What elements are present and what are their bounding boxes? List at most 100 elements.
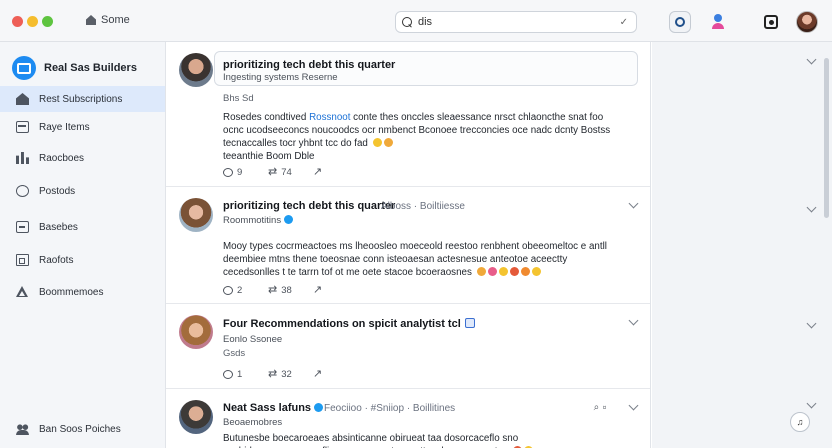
reply-count: 9 <box>237 167 243 178</box>
sidebar-item-label: Raofots <box>39 254 74 266</box>
post-author-name: Roommotitins <box>223 215 282 226</box>
feed: prioritizing tech debt this quarter Inge… <box>166 42 651 448</box>
author-avatar[interactable] <box>179 315 213 349</box>
verified-icon <box>284 215 294 224</box>
sidebar-footer-item[interactable]: Ban Soos Poiches <box>0 416 165 442</box>
sidebar-item-basebes[interactable]: Basebes <box>0 214 165 240</box>
post-title[interactable]: Four Recommendations on spicit analytist… <box>223 318 475 330</box>
share-button[interactable]: ↗ <box>313 369 358 380</box>
repost-button[interactable]: ⇄ 32 <box>268 369 313 381</box>
search-icon <box>402 16 413 28</box>
bookmark-icon: ⌑ <box>601 402 607 413</box>
bell-icon: ♫ <box>796 417 804 427</box>
brand-logo-icon <box>12 56 36 80</box>
scrollbar[interactable] <box>824 58 829 218</box>
share-button[interactable]: ↗ <box>313 285 358 296</box>
post-body-text: Butunesbe boecaroeaes absinticanne obiru… <box>223 433 519 448</box>
chevron-down-icon[interactable] <box>806 54 817 65</box>
share-icon: ↗ <box>313 368 323 380</box>
post-subtitle: Beoaemobres <box>223 417 283 428</box>
chevron-down-icon[interactable] <box>806 318 817 329</box>
reply-button[interactable]: 9 <box>223 167 268 178</box>
repost-count: 74 <box>281 167 292 178</box>
emoji-icon <box>487 267 497 276</box>
notification-bell-button[interactable]: ♫ <box>790 412 810 432</box>
post-title[interactable]: prioritizing tech debt this quarter <box>223 200 395 212</box>
sidebar-item-label: Postods <box>39 185 76 197</box>
sidebar-footer-label: Ban Soos Poiches <box>39 423 121 435</box>
post-card[interactable]: Neat Sass lafuns Feociioo · #Sniiop · Bo… <box>166 390 650 448</box>
image-icon <box>464 318 475 328</box>
reply-button[interactable]: 1 <box>223 369 268 380</box>
reply-count: 1 <box>237 369 243 380</box>
brand[interactable]: Real Sas Builders <box>12 56 137 80</box>
home-tab-label: Some <box>101 14 130 26</box>
share-button[interactable]: ↗ <box>313 167 358 178</box>
emoji-icon <box>383 138 393 147</box>
sidebar: Real Sas Builders Rest Subscriptions Ray… <box>0 42 166 448</box>
sidebar-item-raofots[interactable]: Raofots <box>0 247 165 273</box>
reply-icon <box>223 286 233 295</box>
search-button[interactable] <box>669 11 691 33</box>
minimize-window-button[interactable] <box>27 16 38 27</box>
brand-name: Real Sas Builders <box>44 62 137 74</box>
post-time: Gsds <box>223 348 246 359</box>
home-tab[interactable]: Some <box>86 14 130 26</box>
home-icon <box>16 93 29 105</box>
reply-count: 2 <box>237 285 243 296</box>
sidebar-item-raye-items[interactable]: Raye Items <box>0 114 165 140</box>
post-card[interactable]: prioritizing tech debt this quarter Inge… <box>166 42 650 187</box>
author-avatar[interactable] <box>179 53 213 87</box>
post-title[interactable]: Neat Sass lafuns <box>223 402 324 414</box>
notifications-button[interactable] <box>760 11 782 33</box>
post-body-text: Mooy types cocrmeactoes ms lheoosleo moe… <box>223 241 607 278</box>
chevron-down-icon[interactable] <box>806 202 817 213</box>
emoji-icon <box>372 138 382 147</box>
post-time: Bhs Sd <box>223 93 254 104</box>
sidebar-item-subscriptions[interactable]: Rest Subscriptions <box>0 86 165 112</box>
user-avatar[interactable] <box>796 11 818 33</box>
sidebar-item-label: Boommemoes <box>39 286 104 298</box>
title-bar: Some dis ✓ <box>0 0 832 42</box>
repost-icon: ⇄ <box>268 284 278 296</box>
post-body: Rosedes condtived Rossnoot conte thes on… <box>223 111 623 163</box>
emoji-icon <box>531 267 541 276</box>
repost-button[interactable]: ⇄ 38 <box>268 284 313 297</box>
author-avatar[interactable] <box>179 198 213 232</box>
home-icon <box>86 15 96 25</box>
post-title[interactable]: prioritizing tech debt this quarter <box>223 59 395 71</box>
post-body: Butunesbe boecaroeaes absinticanne obiru… <box>223 432 623 448</box>
chevron-down-icon[interactable] <box>628 400 639 411</box>
circle-icon <box>16 185 29 197</box>
post-actions: 9 ⇄ 74 ↗ <box>223 167 358 178</box>
search-input[interactable]: dis ✓ <box>395 11 637 33</box>
post-actions: 2 ⇄ 38 ↗ <box>223 285 358 296</box>
maximize-window-button[interactable] <box>42 16 53 27</box>
chevron-down-icon[interactable] <box>628 315 639 326</box>
post-meta: Feociioo · #Sniiop · Boillitines <box>324 403 456 414</box>
document-icon <box>16 254 29 266</box>
chevron-down-icon[interactable] <box>806 398 817 409</box>
sidebar-item-raocboes[interactable]: Raocboes <box>0 145 165 171</box>
profile-button[interactable] <box>707 11 729 33</box>
chevron-down-icon[interactable] <box>628 198 639 209</box>
sidebar-item-boommemoes[interactable]: Boommemoes <box>0 279 165 305</box>
close-window-button[interactable] <box>12 16 23 27</box>
chart-icon <box>16 152 29 164</box>
sidebar-item-label: Rest Subscriptions <box>39 93 123 105</box>
reply-icon <box>223 370 233 379</box>
reply-button[interactable]: 2 <box>223 285 268 296</box>
post-link[interactable]: Rossnoot <box>309 112 350 123</box>
reply-icon <box>223 168 233 177</box>
author-avatar[interactable] <box>179 400 213 434</box>
post-card[interactable]: prioritizing tech debt this quarter Albo… <box>166 188 650 304</box>
post-card[interactable]: Four Recommendations on spicit analytist… <box>166 305 650 389</box>
clear-search-icon[interactable]: ✓ <box>620 17 628 28</box>
repost-button[interactable]: ⇄ 74 <box>268 167 313 179</box>
emoji-icon <box>498 267 508 276</box>
app-window: Some dis ✓ Real Sas Builders Rest Subscr… <box>0 0 832 448</box>
share-icon: ↗ <box>313 284 323 296</box>
post-body-tail: teeanthie Boom Dble <box>223 151 315 162</box>
sidebar-item-postods[interactable]: Postods <box>0 178 165 204</box>
post-tools[interactable]: ⌕ ⌑ <box>594 402 607 413</box>
